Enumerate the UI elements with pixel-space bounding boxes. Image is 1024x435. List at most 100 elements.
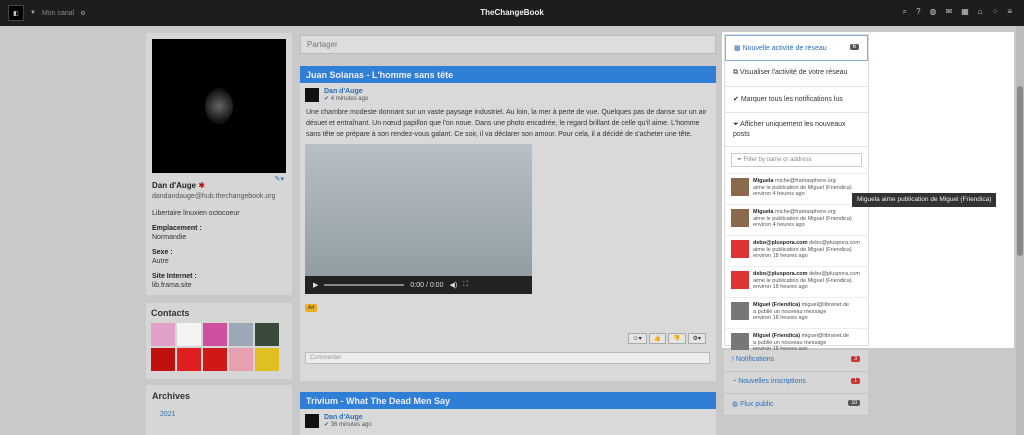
link-label: Nouvelles inscriptions	[738, 378, 806, 385]
activity-count-badge: 6	[849, 44, 859, 50]
filter-icon: ⏷	[733, 121, 739, 128]
notification-avatar	[731, 178, 749, 196]
play-icon[interactable]: ▶	[313, 281, 318, 289]
author-avatar[interactable]	[305, 88, 319, 102]
notification-action: aime le publication de Miguel (Friendica…	[753, 184, 852, 191]
globe-icon: ◍	[732, 401, 739, 408]
network-notifications-panel: ▦ Nouvelle activité de réseau 6 ⧉ Visuali…	[722, 32, 1014, 352]
contact-avatar[interactable]	[151, 348, 175, 371]
scrollbar-thumb[interactable]	[1017, 86, 1023, 256]
notification-handle: debo@pluspora.com	[809, 271, 860, 277]
site-label: Site Internet :	[152, 273, 197, 280]
post-title[interactable]: Trivium - What The Dead Men Say	[300, 392, 716, 409]
check-icon: ✔	[324, 96, 330, 102]
notification-name: debo@pluspora.com	[753, 271, 808, 277]
filter-input[interactable]: ⏷ Filter by name or address	[731, 153, 862, 167]
notification-avatar	[731, 209, 749, 227]
notification-time: environ 18 heures ago	[753, 284, 808, 290]
network-icon[interactable]: ▦	[961, 7, 969, 17]
contacts-title: Contacts	[151, 308, 190, 318]
contact-avatar[interactable]	[255, 323, 279, 346]
notification-name: debo@pluspora.com	[753, 240, 808, 246]
fullscreen-icon[interactable]: ⛶	[463, 281, 468, 289]
notifications-link[interactable]: ! Notifications 3	[724, 350, 868, 372]
view-network-activity[interactable]: ⧉ Visualiser l'activité de votre réseau	[725, 61, 868, 87]
menu-label: Visualiser l'activité de votre réseau	[739, 69, 848, 76]
post-title[interactable]: Juan Solanas - L'homme sans tête	[300, 66, 716, 83]
archive-year-link[interactable]: 2021	[160, 411, 286, 418]
notification-action: aime le publication de Miguel (Friendica…	[753, 277, 852, 284]
notification-handle: miche@framasphere.org	[775, 209, 836, 215]
show-new-posts-only[interactable]: ⏷ Afficher uniquement les nouveaux posts	[725, 113, 868, 147]
dislike-icon[interactable]: 👎	[668, 333, 686, 344]
apps-icon[interactable]: ⁘	[992, 7, 999, 17]
author-avatar[interactable]	[305, 414, 319, 428]
menu-label: Afficher uniquement les nouveaux posts	[733, 121, 846, 138]
post-body: Une chambre modeste donnant sur un vaste…	[306, 109, 707, 138]
menu-icon[interactable]: ≡	[1007, 7, 1012, 17]
top-navbar: ◧ ▼ Mon canal ⚙ TheChangeBook ⌕ ? ◍ ✉ ▦ …	[0, 0, 1024, 26]
scrollbar[interactable]	[1016, 26, 1024, 435]
location-value: Normandie	[152, 234, 187, 241]
gear-icon[interactable]: ⚙▾	[687, 333, 706, 344]
contact-avatar[interactable]	[203, 348, 227, 371]
notification-handle: miche@framasphere.org	[775, 178, 836, 184]
notification-action: a publié un nouveau message	[753, 339, 827, 346]
public-feed-link[interactable]: ◍ Flux public 10	[724, 394, 868, 416]
site-brand[interactable]: TheChangeBook	[0, 8, 1024, 17]
notification-item[interactable]: debo@pluspora.com debo@pluspora.com aime …	[725, 266, 868, 297]
profile-bio: Libertaire linuxien octocoeur	[152, 210, 240, 217]
link-label: Notifications	[735, 356, 775, 363]
contact-avatar[interactable]	[255, 348, 279, 371]
edit-icon[interactable]: ✎▾	[275, 175, 284, 183]
notification-item[interactable]: Miguel (Friendica) miguel@libranet.de a p…	[725, 297, 868, 328]
video-progress[interactable]	[324, 284, 405, 286]
author-name[interactable]: Dan d'Auge	[324, 414, 372, 421]
archives-widget: Archives 2021	[146, 385, 292, 435]
like-icon[interactable]: 👍	[648, 333, 667, 344]
notification-time: environ 18 heures ago	[753, 315, 808, 321]
tooltip: Miguela aime publication de Miguel (Frie…	[852, 193, 997, 207]
new-network-activity[interactable]: ▦ Nouvelle activité de réseau 6	[725, 35, 868, 61]
notification-avatar	[731, 302, 749, 320]
notification-action: aime le publication de Miguel (Friendica…	[753, 246, 852, 253]
contact-avatar[interactable]	[229, 348, 253, 371]
link-label: Flux public	[740, 401, 774, 408]
menu-label: Marquer tous les notifications lus	[740, 96, 843, 103]
notification-action: a publié un nouveau message	[753, 308, 827, 315]
home-icon[interactable]: ⌂	[978, 7, 983, 17]
post-tag[interactable]: Art	[305, 304, 318, 312]
author-name[interactable]: Dan d'Auge	[324, 88, 368, 95]
lock-icon: ◔	[732, 378, 737, 385]
side-links: ! Notifications 3 ◔ Nouvelles inscription…	[724, 350, 868, 416]
video-player[interactable]: ▶ 0:00 / 0:00 ◀) ⛶	[305, 144, 532, 294]
new-registrations-link[interactable]: ◔ Nouvelles inscriptions 1	[724, 372, 868, 394]
notification-name: Miguel (Friendica)	[753, 333, 801, 339]
search-icon[interactable]: ⌕	[903, 7, 907, 17]
post-card: Juan Solanas - L'homme sans tête Dan d'A…	[300, 66, 716, 381]
help-icon[interactable]: ?	[916, 7, 920, 17]
contact-avatar[interactable]	[151, 323, 175, 346]
contact-avatar[interactable]	[177, 348, 201, 371]
profile-photo[interactable]	[152, 39, 286, 173]
contact-avatar[interactable]	[177, 323, 201, 346]
notification-avatar	[731, 240, 749, 258]
volume-icon[interactable]: ◀)	[449, 281, 457, 289]
contact-avatar[interactable]	[203, 323, 227, 346]
profile-name: Dan d'Auge	[152, 181, 197, 190]
globe-icon[interactable]: ◍	[930, 7, 937, 17]
comment-input[interactable]: Commenter	[305, 352, 710, 364]
emoji-button[interactable]: ☺▾	[627, 333, 647, 344]
mail-icon[interactable]: ✉	[946, 7, 953, 17]
notification-time: environ 4 heures ago	[753, 191, 805, 197]
contact-avatar[interactable]	[229, 323, 253, 346]
video-time: 0:00 / 0:00	[410, 281, 444, 289]
share-input[interactable]: Partager	[300, 35, 716, 54]
notification-item[interactable]: Miguela miche@framasphere.org aime le pub…	[725, 204, 868, 235]
site-link[interactable]: lib.frama.site	[152, 282, 286, 289]
notification-action: aime le publication de Miguel (Friendica…	[753, 215, 852, 222]
mark-all-read[interactable]: ✔ Marquer tous les notifications lus	[725, 87, 868, 113]
notification-item[interactable]: Miguela miche@framasphere.org aime le pub…	[725, 173, 868, 204]
notification-item[interactable]: debo@pluspora.com debo@pluspora.com aime …	[725, 235, 868, 266]
post-card: Trivium - What The Dead Men Say Dan d'Au…	[300, 392, 716, 435]
